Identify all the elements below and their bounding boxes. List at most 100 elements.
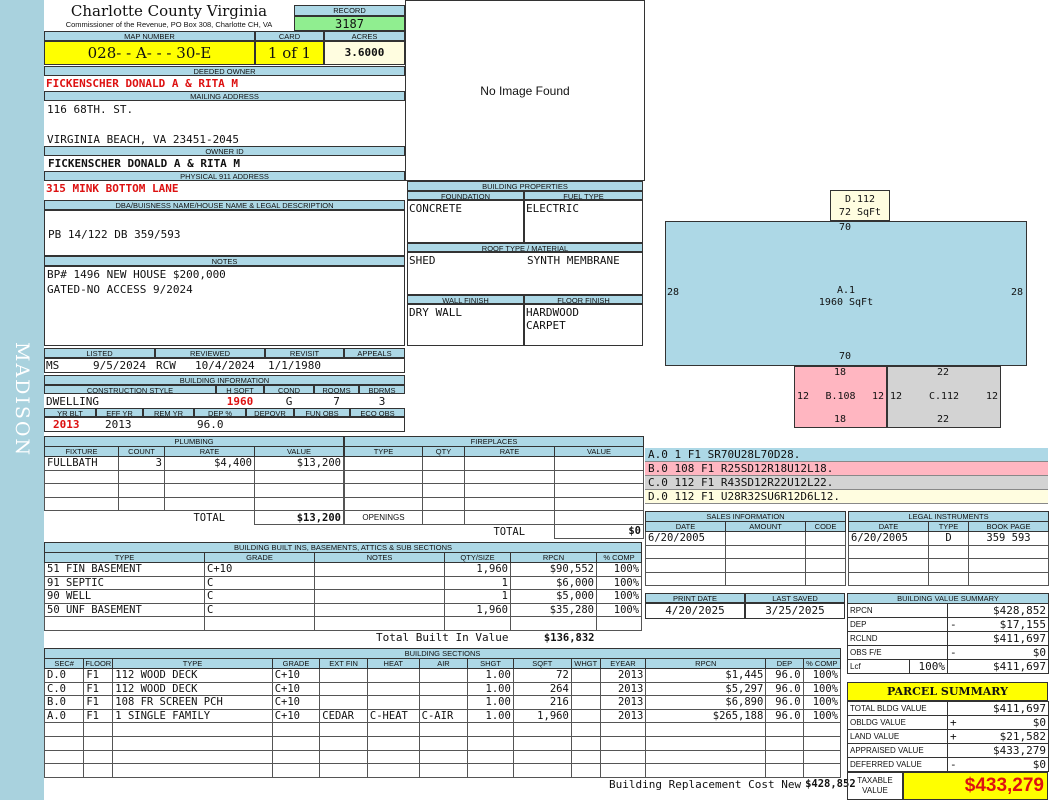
mailing-line-1: 116 68TH. ST. — [47, 103, 134, 116]
builtin-rpcn: $90,552 — [510, 562, 597, 577]
building-value-summary: BUILDING VALUE SUMMARY RPCN $428,852 DEP -… — [846, 593, 1050, 674]
section-sqft: 264 — [512, 681, 572, 697]
legal-header: TYPE — [928, 521, 969, 532]
section-shgt: 1.00 — [467, 668, 514, 683]
vector-row-d: D.0 112 F1 U28R32SU6R12D6L12. — [645, 490, 1048, 504]
fireplace-header: QTY — [422, 446, 465, 457]
last-saved-label: LAST SAVED — [745, 593, 845, 603]
record-number: 3187 — [294, 16, 405, 31]
wall-finish-box: DRY WALL — [407, 304, 524, 346]
owner-id: FICKENSCHER DONALD A & RITA M — [48, 157, 241, 170]
sale-code — [805, 531, 846, 546]
section-eyear: 2013 — [599, 695, 647, 710]
lcf-label: Lcf — [847, 659, 910, 674]
card-label: CARD — [255, 31, 324, 41]
deeded-owner: FICKENSCHER DONALD A & RITA M — [46, 77, 239, 90]
photo-placeholder: No Image Found — [405, 0, 645, 181]
bvs-label: BUILDING VALUE SUMMARY — [846, 593, 1050, 604]
sections-header: EXT FIN — [319, 658, 368, 669]
section-id: B.0 — [43, 695, 85, 710]
mailing-line-2: VIRGINIA BEACH, VA 23451-2045 — [47, 133, 240, 146]
listed-by: MS — [46, 359, 60, 372]
plumbing-header: FIXTURE — [44, 446, 119, 457]
parcel-summary-title: PARCEL SUMMARY — [847, 682, 1048, 701]
table-row: TOTAL $0 — [345, 523, 644, 539]
builtins-header: GRADE — [204, 552, 315, 563]
section-whgt — [570, 668, 601, 683]
section-dep: 96.0 — [765, 668, 804, 683]
land-sign: + — [950, 730, 957, 743]
obs-value: - $0 — [946, 645, 1050, 660]
table-row: OPENINGS — [344, 510, 644, 525]
builtin-notes — [314, 562, 445, 577]
district-sidebar: MADISON — [0, 0, 44, 800]
section-heat: C-HEAT — [366, 708, 420, 724]
section-rpcn: $1,445 — [645, 668, 767, 683]
section-air — [418, 695, 469, 710]
builtin-qty: 1 — [444, 575, 511, 591]
table-row: 91 SEPTIC C 1 $6,000 100% — [44, 575, 643, 591]
section-heat — [366, 668, 420, 683]
obldg-amount: $0 — [1032, 716, 1046, 729]
section-sqft: 216 — [512, 695, 572, 710]
builtins-total-label: Total Built In Value — [376, 631, 509, 645]
ecoobs-label: ECO OBS — [350, 408, 405, 417]
builtins-header: % COMP — [595, 552, 643, 563]
appraised-value: $433,279 — [947, 743, 1049, 758]
dep-sign: - — [950, 618, 957, 631]
style-label: CONSTRUCTION STYLE — [44, 385, 216, 394]
dim-c-right: 12 — [986, 391, 999, 402]
section-dep: 96.0 — [765, 695, 804, 710]
sections-header: SQFT — [512, 658, 572, 669]
section-air — [418, 668, 469, 683]
section-extfin — [319, 695, 368, 710]
table-row: 6/20/2005 D 359 593 — [848, 531, 1050, 546]
section-dep: 96.0 — [765, 708, 804, 724]
builtin-rpcn: $5,000 — [510, 589, 597, 604]
sketch-vectors: A.0 1 F1 SR70U28L70D28. B.0 108 F1 R25SD… — [645, 448, 1048, 504]
roof-type: SHED — [409, 254, 436, 267]
table-row — [44, 469, 344, 485]
foundation-value: CONCRETE — [409, 202, 462, 215]
commissioner-line: Commissioner of the Revenue, PO Box 308,… — [65, 20, 273, 29]
dim-b-left: 12 — [797, 391, 810, 402]
builtin-grade: C+10 — [204, 562, 315, 577]
table-row: 51 FIN BASEMENT C+10 1,960 $90,552 100% — [44, 562, 643, 577]
section-grade: C+10 — [271, 681, 321, 697]
land-amount: $21,582 — [999, 730, 1046, 743]
table-row: B.0 F1 108 FR SCREEN PCH C+10 1.00 216 2013 $6,… — [43, 695, 842, 710]
builtin-type: 90 WELL — [44, 589, 205, 604]
district-label: MADISON — [11, 342, 33, 458]
table-row: A.0 F1 1 SINGLE FAMILY C+10 CEDAR C-HEAT C-AIR… — [43, 708, 842, 724]
builtin-comp: 100% — [595, 575, 643, 591]
sections-header: GRADE — [271, 658, 321, 669]
cond-label: COND — [264, 385, 314, 394]
section-extfin — [319, 668, 368, 683]
floor-finish-label: FLOOR FINISH — [524, 295, 643, 304]
record-label: RECORD — [294, 5, 405, 16]
no-image-text: No Image Found — [480, 83, 570, 98]
builtins-header: QTY/SIZE — [444, 552, 511, 563]
sales-table: SALES INFORMATION DATE AMOUNT CODE 6/20/20… — [645, 511, 846, 587]
bedrooms: 3 — [378, 395, 386, 408]
dim-b-top: 18 — [834, 367, 847, 378]
plumbing-total: $13,200 — [254, 510, 344, 525]
depovr-label: DEPOVR — [246, 408, 294, 417]
builtin-type: 91 SEPTIC — [44, 575, 205, 591]
table-row — [645, 558, 846, 573]
parcel-summary: TOTAL BLDG VALUE $411,697 OBLDG VALUE + $0 … — [847, 701, 1049, 772]
card-number: 1 of 1 — [255, 41, 324, 65]
sections-header: DEP — [765, 658, 804, 669]
table-row — [44, 616, 643, 631]
builtins-label: BUILDING BUILT INS, BASEMENTS, ATTICS & … — [43, 542, 643, 553]
legal-instruments-label: LEGAL INSTRUMENTS — [847, 511, 1050, 522]
builtin-qty: 1,960 — [444, 562, 511, 577]
section-grade: C+10 — [271, 708, 321, 724]
section-grade: C+10 — [271, 695, 321, 710]
rooms-label: ROOMS — [314, 385, 359, 394]
plumbing-label: PLUMBING — [44, 436, 344, 447]
section-air — [418, 681, 469, 697]
taxable-label-1: TAXABLE — [857, 776, 893, 785]
section-whgt — [570, 708, 601, 724]
builtin-notes — [314, 589, 445, 604]
